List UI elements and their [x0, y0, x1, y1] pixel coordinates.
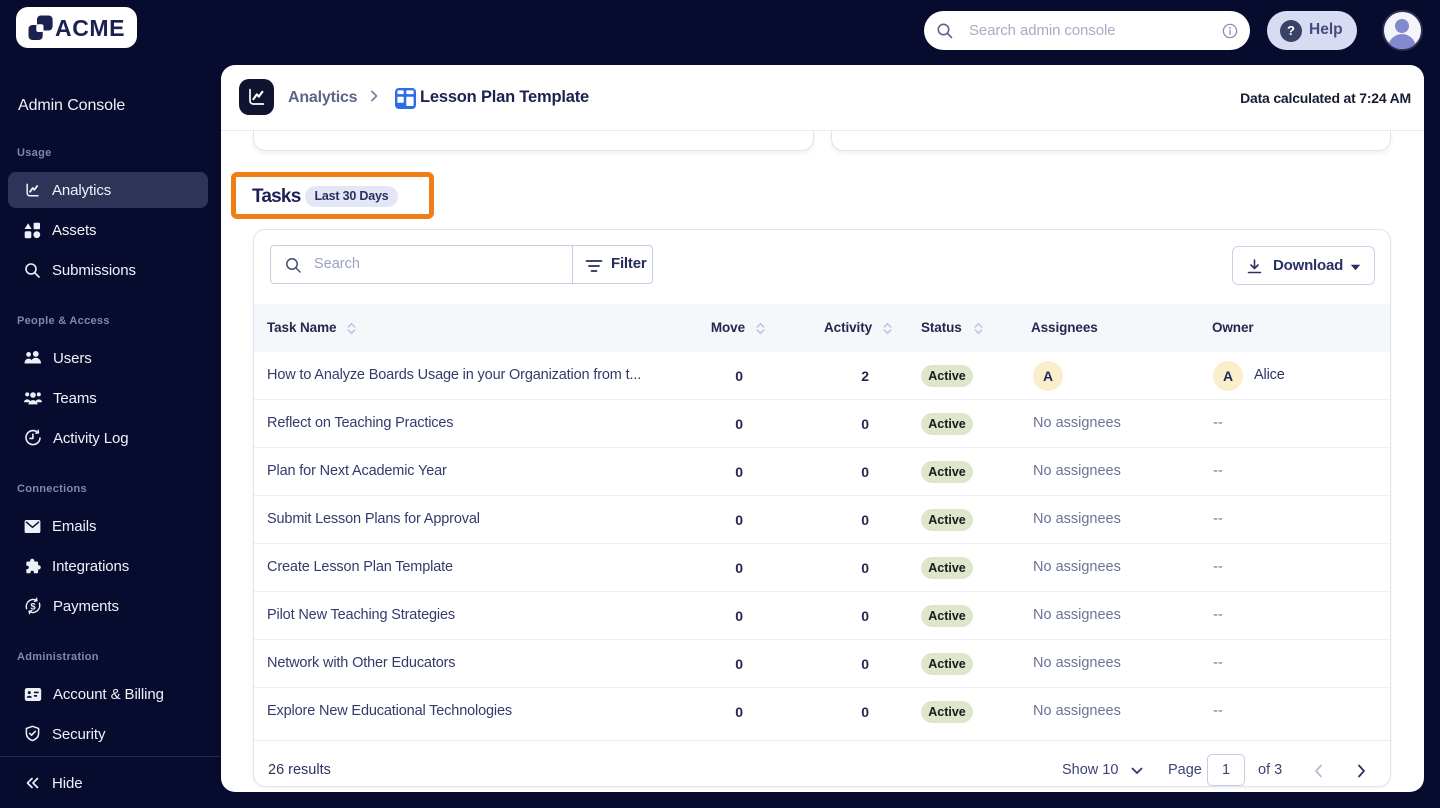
svg-text:$: $ — [30, 601, 36, 612]
